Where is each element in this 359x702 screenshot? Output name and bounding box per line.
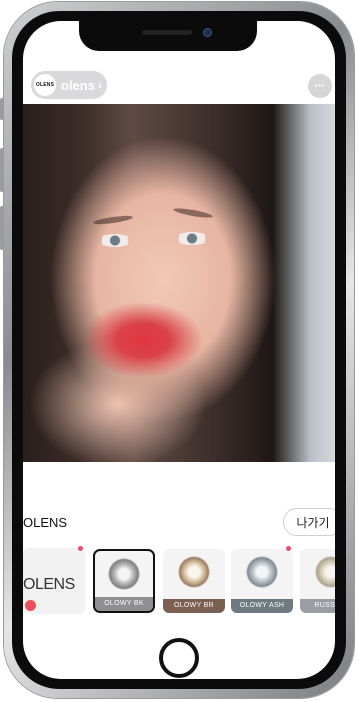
- lens-swatch: [177, 555, 211, 589]
- camera-preview: [23, 104, 335, 462]
- new-dot-icon: [286, 546, 291, 551]
- more-options-button[interactable]: •••: [308, 74, 332, 98]
- category-label: OLENS: [23, 515, 68, 530]
- lens-tile-olowy-br[interactable]: OLOWY BR: [163, 549, 225, 613]
- chevron-right-icon: ›: [97, 78, 102, 92]
- new-dot-icon: [78, 546, 83, 551]
- right-brow: [172, 206, 214, 220]
- lens-swatch: [107, 557, 141, 591]
- front-camera: [203, 28, 212, 37]
- lens-tile-olowy-bk[interactable]: OLOWY BK: [93, 549, 155, 613]
- notch: [79, 21, 257, 51]
- app-screen: OLENS olens › ••• OLENS 나가기 OLENS OLOWY …: [23, 21, 335, 679]
- lens-label: OLOWY BR: [163, 599, 225, 613]
- brand-tile-label: OLENS: [23, 576, 75, 593]
- brand-logo-icon: OLENS: [34, 74, 56, 96]
- speaker-grille: [142, 30, 192, 35]
- phone-frame: OLENS olens › ••• OLENS 나가기 OLENS OLOWY …: [4, 2, 354, 698]
- phone-bezel: OLENS olens › ••• OLENS 나가기 OLENS OLOWY …: [12, 11, 346, 689]
- left-brow: [92, 214, 134, 226]
- brand-button[interactable]: OLENS olens ›: [31, 71, 107, 99]
- more-icon: •••: [314, 82, 326, 90]
- brand-tile[interactable]: OLENS: [23, 548, 85, 614]
- lens-tile-russian[interactable]: RUSSIAN: [300, 549, 335, 613]
- lens-tile-olowy-ash[interactable]: OLOWY ASH: [231, 549, 293, 613]
- lens-label: OLOWY ASH: [231, 599, 293, 613]
- lens-swatch: [314, 555, 335, 589]
- lens-label: RUSSIAN: [300, 599, 335, 613]
- lens-label: OLOWY BK: [95, 597, 153, 611]
- lens-swatch: [245, 555, 279, 589]
- exit-button[interactable]: 나가기: [283, 508, 335, 536]
- brand-badge-icon: [25, 600, 36, 611]
- capture-button[interactable]: [159, 638, 199, 678]
- brand-name: olens: [61, 77, 95, 93]
- right-eye: [175, 232, 209, 245]
- left-eye: [98, 234, 132, 247]
